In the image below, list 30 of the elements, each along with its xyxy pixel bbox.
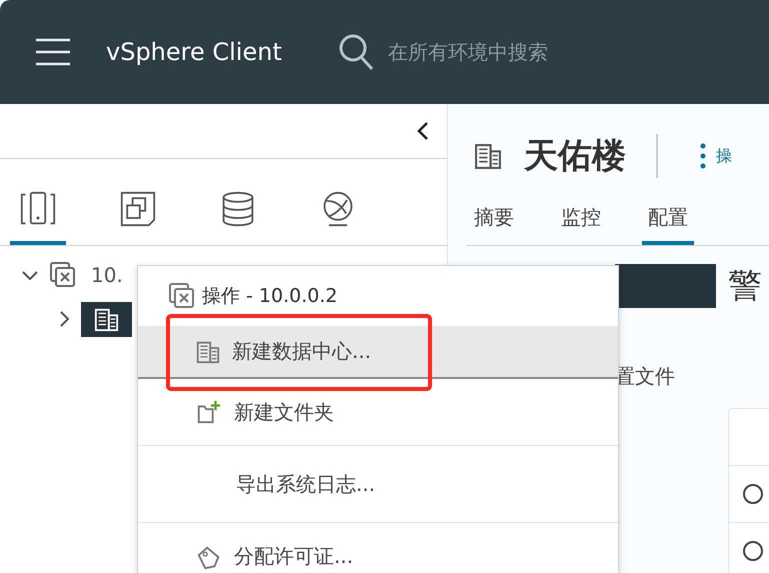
app-title: vSphere Client — [106, 38, 282, 66]
menu-title: 操作 - 10.0.0.2 — [202, 284, 338, 309]
menu-item[interactable]: 分配许可证... — [138, 522, 618, 573]
tab[interactable]: 摘要 — [474, 198, 514, 245]
tab[interactable]: 监控 — [561, 198, 601, 245]
windows-icon — [120, 189, 156, 229]
folder-add-icon — [196, 398, 222, 426]
search-field[interactable]: 在所有环境中搜索 — [388, 40, 688, 64]
building-icon — [474, 141, 502, 171]
vcenter-icon — [49, 261, 77, 289]
menu-item[interactable]: 导出系统日志... — [138, 445, 618, 522]
radio-button[interactable] — [743, 541, 763, 561]
view-tab[interactable] — [10, 189, 66, 245]
tab[interactable]: 配置 — [642, 198, 694, 245]
menu-item[interactable]: 新建文件夹 — [138, 379, 618, 445]
section-title: 警 — [728, 265, 763, 308]
collapse-icon — [417, 121, 429, 141]
search-icon — [338, 33, 374, 71]
chevron-right-icon[interactable] — [60, 311, 68, 327]
chevron-down-icon[interactable] — [22, 270, 38, 280]
database-icon — [220, 189, 256, 229]
tree-node[interactable] — [81, 302, 132, 336]
actions-link[interactable]: 操 — [716, 146, 732, 166]
menu-icon[interactable] — [35, 38, 71, 66]
radio-button[interactable] — [743, 484, 763, 504]
page-title: 天佑楼 — [524, 135, 626, 178]
vcenter-icon — [168, 282, 196, 310]
more-icon[interactable] — [700, 143, 706, 169]
menu-item[interactable]: 新建数据中心... — [138, 326, 618, 379]
tree-label[interactable]: 10. — [91, 263, 123, 287]
